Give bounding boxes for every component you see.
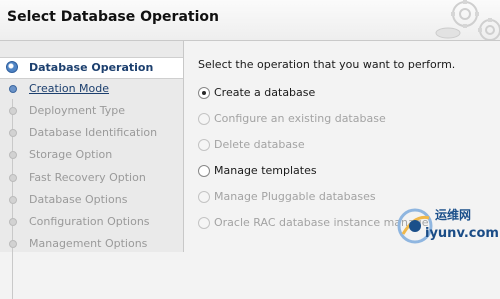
header-bar: Select Database Operation: [0, 0, 500, 41]
step-dot-icon: [9, 85, 17, 93]
step-deployment-type: Deployment Type: [0, 101, 183, 121]
option-label: Manage templates: [214, 164, 317, 177]
radio-button: [198, 217, 210, 229]
radio-button: [198, 191, 210, 203]
step-dot-icon: [9, 151, 17, 159]
option-label: Manage Pluggable databases: [214, 190, 376, 203]
step-creation-mode[interactable]: Creation Mode: [0, 79, 183, 99]
step-dot-icon: [9, 196, 17, 204]
step-fast-recovery-option: Fast Recovery Option: [0, 168, 183, 188]
step-configuration-options: Configuration Options: [0, 212, 183, 232]
step-management-options: Management Options: [0, 234, 183, 254]
step-storage-option: Storage Option: [0, 145, 183, 165]
radio-button: [198, 113, 210, 125]
step-database-identification: Database Identification: [0, 123, 183, 143]
wizard-step-sidebar: Database Operation Creation Mode Deploym…: [0, 41, 184, 299]
option-label: Create a database: [214, 86, 316, 99]
step-dot-icon: [9, 129, 17, 137]
step-label: Management Options: [29, 237, 148, 250]
radio-button: [198, 139, 210, 151]
radio-button-selected[interactable]: [198, 87, 210, 99]
step-label: Database Options: [29, 193, 128, 206]
step-label: Creation Mode: [29, 82, 110, 95]
step-database-operation[interactable]: Database Operation: [0, 57, 183, 79]
site-watermark: 运维网 iyunv.com: [393, 200, 500, 252]
step-label: Storage Option: [29, 148, 113, 161]
option-label: Configure an existing database: [214, 112, 386, 125]
step-dot-icon: [9, 107, 17, 115]
step-dot-icon: [9, 240, 17, 248]
option-label: Delete database: [214, 138, 305, 151]
step-current-icon: [6, 61, 18, 73]
step-dot-icon: [9, 174, 17, 182]
instruction-text: Select the operation that you want to pe…: [198, 58, 456, 71]
step-label: Fast Recovery Option: [29, 171, 146, 184]
watermark-name: 运维网: [435, 208, 472, 222]
gears-icon: [435, 0, 500, 40]
page-title: Select Database Operation: [7, 9, 219, 25]
step-label: Database Operation: [29, 61, 154, 74]
step-label: Deployment Type: [29, 104, 126, 117]
step-label: Configuration Options: [29, 215, 150, 228]
radio-button[interactable]: [198, 165, 210, 177]
step-label: Database Identification: [29, 126, 158, 139]
step-dot-icon: [9, 218, 17, 226]
step-database-options: Database Options: [0, 190, 183, 210]
watermark-url: iyunv.com: [425, 226, 499, 241]
